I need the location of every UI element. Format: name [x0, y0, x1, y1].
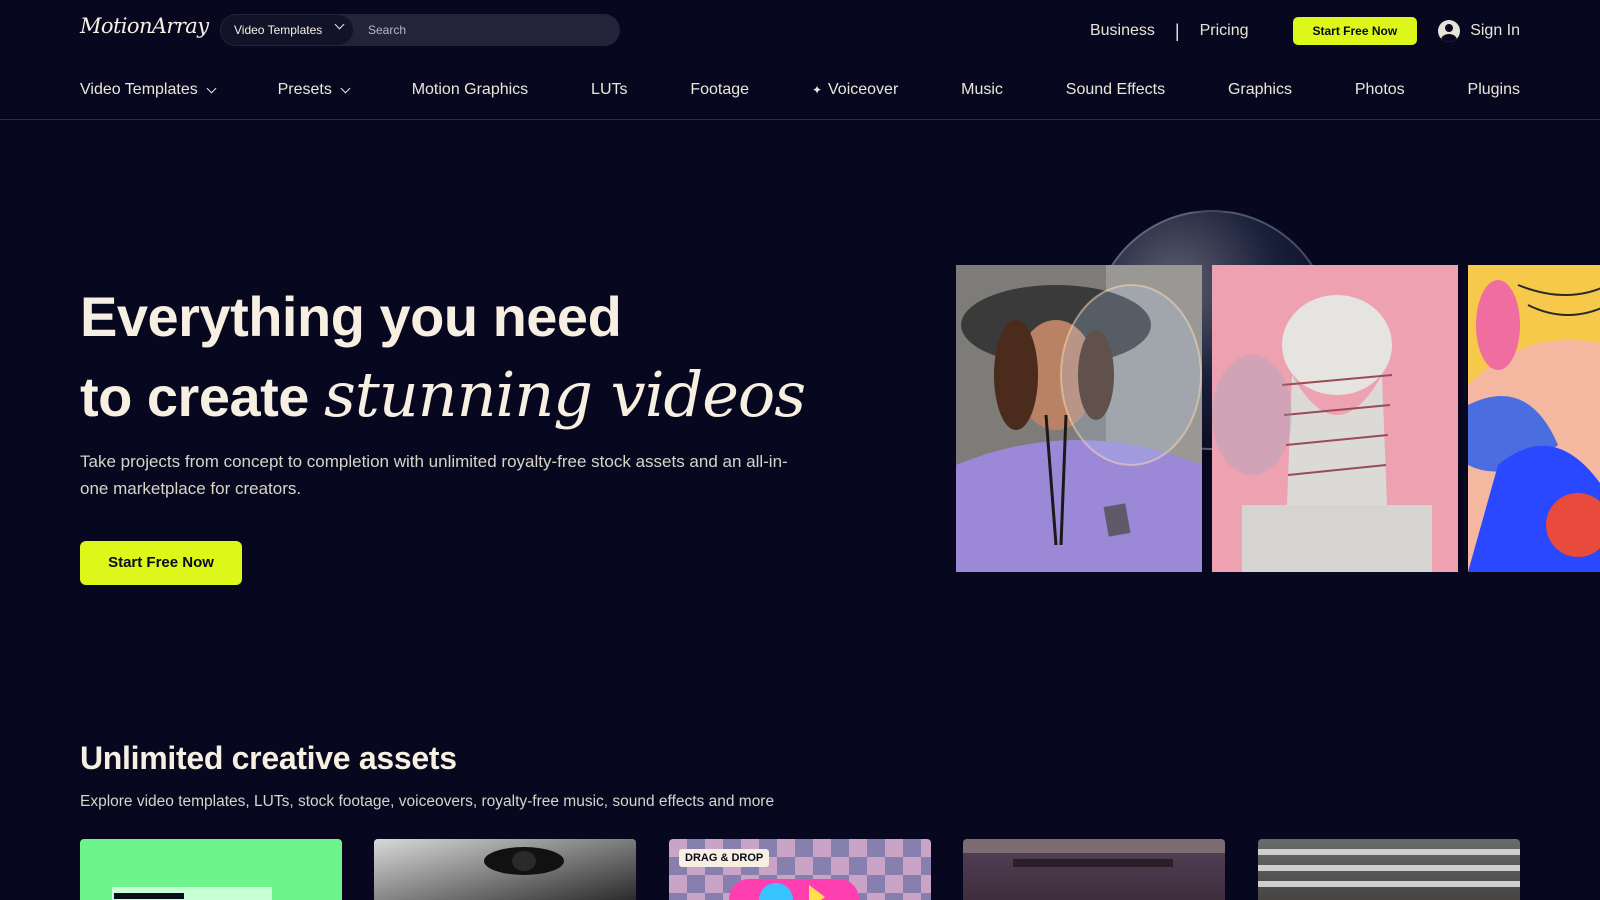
nav-item-voiceover[interactable]: ✦ Voiceover	[812, 81, 898, 99]
asset-card[interactable]: DRAG & DROP	[669, 839, 931, 900]
hero-title-line1: Everything you need	[80, 285, 622, 348]
category-nav: Video Templates Presets Motion Graphics …	[0, 60, 1600, 120]
chevron-down-icon	[334, 19, 345, 30]
section-title: Unlimited creative assets	[80, 740, 457, 776]
nav-item-label: Graphics	[1227, 81, 1292, 98]
nav-item-sound-effects[interactable]: Sound Effects	[1066, 81, 1165, 99]
asset-cards: DRAG & DROP	[80, 839, 1520, 900]
card-thumbnail-shape	[1258, 849, 1520, 855]
hero-image-person	[956, 265, 1202, 572]
hero-image-statue	[1212, 265, 1458, 572]
nav-item-presets[interactable]: Presets	[277, 81, 351, 99]
hero-title-line2-prefix: to create	[80, 365, 309, 428]
card-thumbnail-eye	[374, 839, 636, 900]
nav-item-label: Photos	[1354, 81, 1405, 98]
start-free-now-header-button[interactable]: Start Free Now	[1292, 17, 1418, 45]
chevron-down-icon	[340, 83, 351, 93]
nav-item-luts[interactable]: LUTs	[591, 81, 627, 99]
nav-item-label: Music	[961, 81, 1003, 98]
nav-item-label: Presets	[277, 81, 332, 98]
nav-item-label: Plugins	[1467, 81, 1520, 98]
business-link[interactable]: Business	[1090, 22, 1155, 40]
asset-card[interactable]	[80, 839, 342, 900]
nav-item-photos[interactable]: Photos	[1355, 81, 1405, 99]
sign-in-label: Sign In	[1470, 22, 1520, 39]
nav-item-label: LUTs	[591, 81, 628, 98]
card-thumbnail-text-shape	[114, 893, 184, 899]
nav-item-video-templates[interactable]: Video Templates	[80, 81, 217, 99]
card-thumbnail-shape	[1013, 859, 1173, 867]
search-category-select[interactable]: Video Templates	[221, 15, 353, 45]
asset-card[interactable]	[374, 839, 636, 900]
nav-item-music[interactable]: Music	[961, 81, 1003, 99]
card-thumbnail-shape	[1258, 881, 1520, 887]
pricing-link[interactable]: Pricing	[1200, 22, 1249, 40]
card-thumbnail-shape	[809, 885, 825, 900]
header-actions: Business | Pricing Start Free Now Sign I…	[1090, 17, 1520, 45]
user-avatar-icon	[1438, 20, 1461, 42]
nav-item-footage[interactable]: Footage	[690, 81, 749, 99]
hero-image-strip	[956, 265, 1600, 572]
section-subtitle: Explore video templates, LUTs, stock foo…	[80, 793, 775, 810]
search-input[interactable]	[368, 14, 608, 46]
header-divider: |	[1174, 20, 1180, 41]
nav-item-label: Motion Graphics	[411, 81, 529, 98]
hero-title-accent: stunning videos	[324, 358, 806, 431]
chevron-down-icon	[206, 83, 217, 93]
motion-array-logo[interactable]: MotionArray	[80, 14, 209, 38]
search-category-label: Video Templates	[234, 23, 323, 37]
hero-subtitle: Take projects from concept to completion…	[80, 452, 788, 498]
hero-title: Everything you need to create stunning v…	[80, 278, 840, 436]
nav-item-label: Voiceover	[828, 81, 899, 98]
search-bar: Video Templates	[220, 14, 620, 46]
sign-in-link[interactable]: Sign In	[1438, 20, 1520, 42]
nav-item-motion-graphics[interactable]: Motion Graphics	[412, 81, 529, 99]
sparkle-icon: ✦	[811, 83, 822, 97]
nav-item-graphics[interactable]: Graphics	[1228, 81, 1292, 99]
nav-item-label: Sound Effects	[1065, 81, 1166, 98]
card-thumbnail-shape	[729, 879, 859, 900]
nav-item-label: Video Templates	[80, 81, 198, 98]
asset-card[interactable]	[1258, 839, 1520, 900]
asset-card[interactable]	[963, 839, 1225, 900]
card-thumbnail-shape	[1258, 865, 1520, 871]
nav-item-label: Footage	[690, 81, 750, 98]
drag-drop-badge: DRAG & DROP	[679, 849, 770, 867]
card-thumbnail-shape	[963, 839, 1225, 853]
hero-image-abstract	[1468, 265, 1600, 572]
nav-item-plugins[interactable]: Plugins	[1468, 81, 1520, 99]
start-free-now-hero-button[interactable]: Start Free Now	[80, 541, 242, 585]
top-bar: MotionArray Video Templates Business | P…	[0, 0, 1600, 60]
